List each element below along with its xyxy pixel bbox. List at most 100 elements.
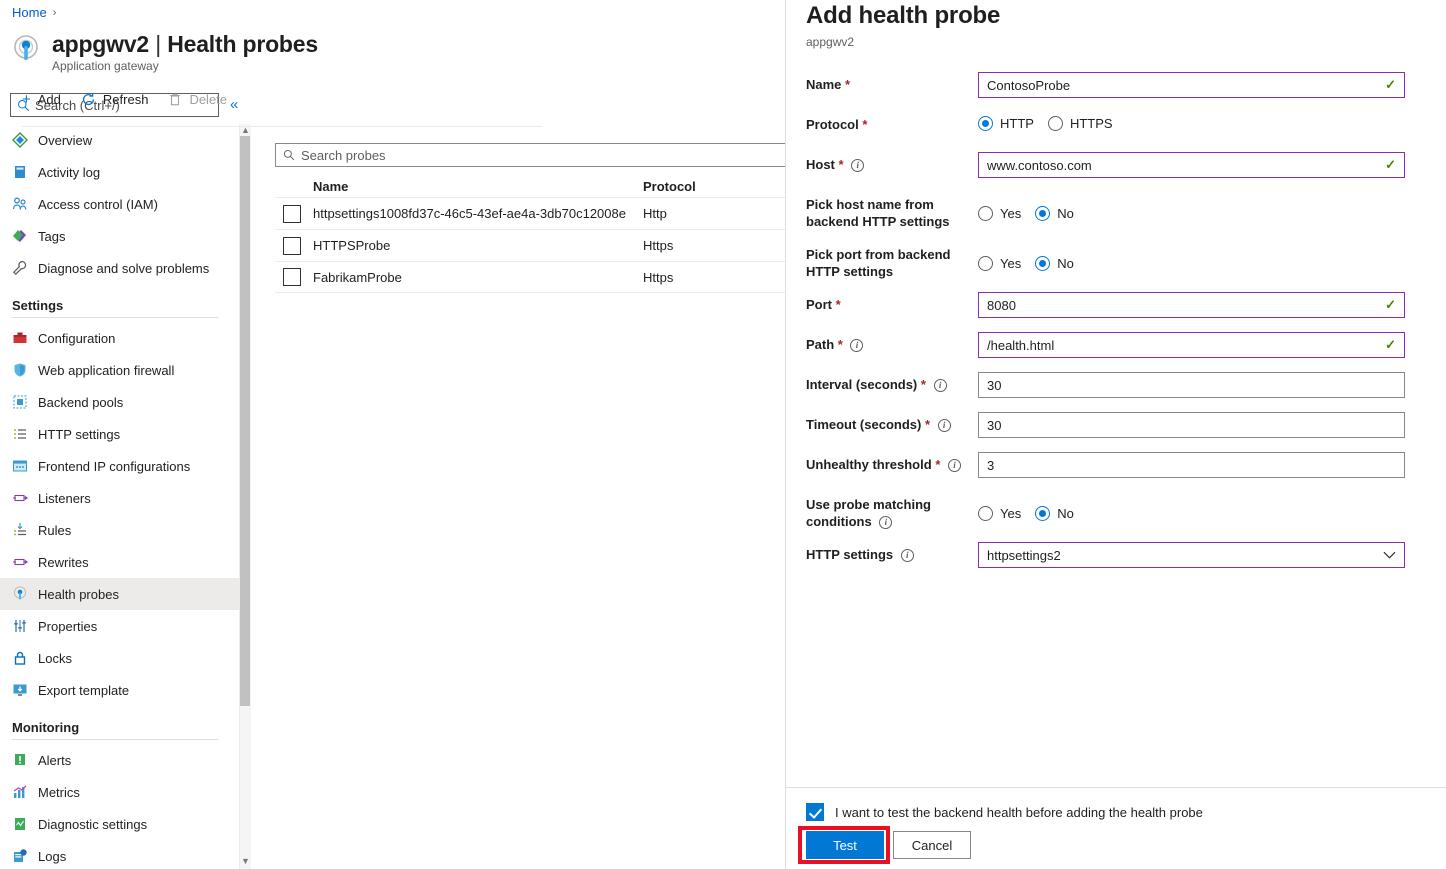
- http-settings-dropdown[interactable]: httpsettings2: [978, 542, 1405, 568]
- sidebar-item-overview[interactable]: Overview: [0, 124, 240, 156]
- timeout-input[interactable]: 30: [978, 412, 1405, 438]
- export-template-icon: [12, 682, 28, 698]
- test-backend-health-checkbox[interactable]: [806, 803, 824, 821]
- radio-label: No: [1057, 206, 1074, 221]
- sidebar-item-activity-log[interactable]: Activity log: [0, 156, 240, 188]
- sidebar-item-access-control[interactable]: Access control (IAM): [0, 188, 240, 220]
- resource-type: Application gateway: [52, 59, 318, 73]
- table-row[interactable]: httpsettings1008fd37c-46c5-43ef-ae4a-3db…: [275, 197, 805, 229]
- sidebar-scrollbar-thumb[interactable]: [240, 136, 250, 706]
- sidebar-item-rules[interactable]: Rules: [0, 514, 240, 546]
- radio-matching-no[interactable]: No: [1035, 506, 1074, 521]
- radio-dot: [978, 506, 993, 521]
- http-settings-selected-value: httpsettings2: [987, 548, 1061, 563]
- table-row[interactable]: FabrikamProbe Https: [275, 261, 805, 293]
- sidebar-item-http-settings[interactable]: HTTP settings: [0, 418, 240, 450]
- sidebar-item-label: HTTP settings: [38, 427, 120, 442]
- properties-icon: [12, 618, 28, 634]
- backend-pools-icon: [12, 394, 28, 410]
- add-button[interactable]: + Add: [22, 92, 61, 107]
- sidebar-item-label: Activity log: [38, 165, 100, 180]
- row-checkbox[interactable]: [283, 237, 301, 255]
- info-icon[interactable]: i: [879, 516, 892, 529]
- breadcrumb: Home ›: [12, 5, 56, 20]
- refresh-button[interactable]: Refresh: [81, 92, 149, 107]
- info-icon[interactable]: i: [938, 419, 951, 432]
- info-icon[interactable]: i: [948, 459, 961, 472]
- row-checkbox[interactable]: [283, 205, 301, 223]
- sidebar-item-frontend-ip[interactable]: Frontend IP configurations: [0, 450, 240, 482]
- info-icon[interactable]: i: [851, 159, 864, 172]
- sidebar-item-waf[interactable]: Web application firewall: [0, 354, 240, 386]
- cell-name[interactable]: FabrikamProbe: [313, 270, 643, 285]
- health-probe-form: Name * ContosoProbe ✓ Protocol *: [786, 72, 1446, 582]
- field-pick-port: Pick port from backend HTTP settings Yes…: [786, 242, 1446, 280]
- field-protocol: Protocol * HTTP HTTPS: [786, 112, 1446, 140]
- cell-name[interactable]: httpsettings1008fd37c-46c5-43ef-ae4a-3db…: [313, 206, 643, 221]
- sidebar-item-alerts[interactable]: Alerts: [0, 744, 240, 776]
- radio-dot: [978, 256, 993, 271]
- resource-name: appgwv2: [52, 31, 149, 57]
- name-input-value: ContosoProbe: [987, 78, 1070, 93]
- column-header-name[interactable]: Name: [313, 179, 643, 194]
- sidebar-item-label: Export template: [38, 683, 129, 698]
- sidebar-item-diagnostic-settings[interactable]: Diagnostic settings: [0, 808, 240, 840]
- metrics-icon: [12, 784, 28, 800]
- sidebar-item-tags[interactable]: Tags: [0, 220, 240, 252]
- radio-pick-host-yes[interactable]: Yes: [978, 206, 1021, 221]
- test-button[interactable]: Test: [806, 831, 884, 859]
- label-text: Path: [806, 337, 834, 352]
- info-icon[interactable]: i: [901, 549, 914, 562]
- sidebar-item-listeners[interactable]: Listeners: [0, 482, 240, 514]
- cancel-button[interactable]: Cancel: [893, 831, 971, 859]
- radio-protocol-https[interactable]: HTTPS: [1048, 116, 1113, 131]
- sidebar-item-configuration[interactable]: Configuration: [0, 322, 240, 354]
- sidebar-item-health-probes[interactable]: Health probes: [0, 578, 240, 610]
- radio-matching-yes[interactable]: Yes: [978, 506, 1021, 521]
- radio-pick-port-yes[interactable]: Yes: [978, 256, 1021, 271]
- field-label-timeout: Timeout (seconds) * i: [786, 412, 978, 433]
- breadcrumb-home[interactable]: Home: [12, 5, 47, 20]
- sidebar-item-metrics[interactable]: Metrics: [0, 776, 240, 808]
- scroll-down-arrow-icon[interactable]: ▼: [241, 857, 250, 866]
- sidebar-item-label: Diagnose and solve problems: [38, 261, 209, 276]
- sidebar-item-export-template[interactable]: Export template: [0, 674, 240, 706]
- port-input[interactable]: 8080 ✓: [978, 292, 1405, 318]
- add-button-label: Add: [38, 92, 61, 107]
- sidebar-item-label: Locks: [38, 651, 72, 666]
- probe-search-input[interactable]: Search probes: [275, 143, 805, 167]
- test-backend-health-checkbox-row[interactable]: I want to test the backend health before…: [806, 803, 1203, 821]
- rewrites-icon: [12, 554, 28, 570]
- row-checkbox[interactable]: [283, 268, 301, 286]
- sidebar-item-label: Rules: [38, 523, 71, 538]
- cell-name[interactable]: HTTPSProbe: [313, 238, 643, 253]
- unhealthy-threshold-input[interactable]: 3: [978, 452, 1405, 478]
- label-text: Name: [806, 77, 841, 92]
- table-row[interactable]: HTTPSProbe Https: [275, 229, 805, 261]
- info-icon[interactable]: i: [934, 379, 947, 392]
- protocol-radio-group: HTTP HTTPS: [978, 112, 1405, 131]
- trash-icon: [168, 92, 182, 107]
- scroll-up-arrow-icon[interactable]: ▲: [241, 126, 250, 135]
- sidebar-item-logs[interactable]: Logs: [0, 840, 240, 869]
- radio-pick-port-no[interactable]: No: [1035, 256, 1074, 271]
- name-input[interactable]: ContosoProbe ✓: [978, 72, 1405, 98]
- column-header-protocol[interactable]: Protocol: [643, 179, 793, 194]
- interval-input[interactable]: 30: [978, 372, 1405, 398]
- sidebar-item-properties[interactable]: Properties: [0, 610, 240, 642]
- sidebar-item-diagnose[interactable]: Diagnose and solve problems: [0, 252, 240, 284]
- sidebar-item-locks[interactable]: Locks: [0, 642, 240, 674]
- field-label-http-settings: HTTP settings i: [786, 542, 978, 563]
- chevron-down-icon: [1383, 551, 1396, 559]
- host-input[interactable]: www.contoso.com ✓: [978, 152, 1405, 178]
- port-input-value: 8080: [987, 298, 1016, 313]
- required-marker: *: [845, 77, 850, 92]
- sidebar-item-rewrites[interactable]: Rewrites: [0, 546, 240, 578]
- info-icon[interactable]: i: [850, 339, 863, 352]
- radio-protocol-http[interactable]: HTTP: [978, 116, 1034, 131]
- radio-pick-host-no[interactable]: No: [1035, 206, 1074, 221]
- checkmark-icon: ✓: [1385, 337, 1396, 353]
- path-input[interactable]: /health.html ✓: [978, 332, 1405, 358]
- chevron-double-left-icon[interactable]: «: [230, 94, 238, 116]
- sidebar-item-backend-pools[interactable]: Backend pools: [0, 386, 240, 418]
